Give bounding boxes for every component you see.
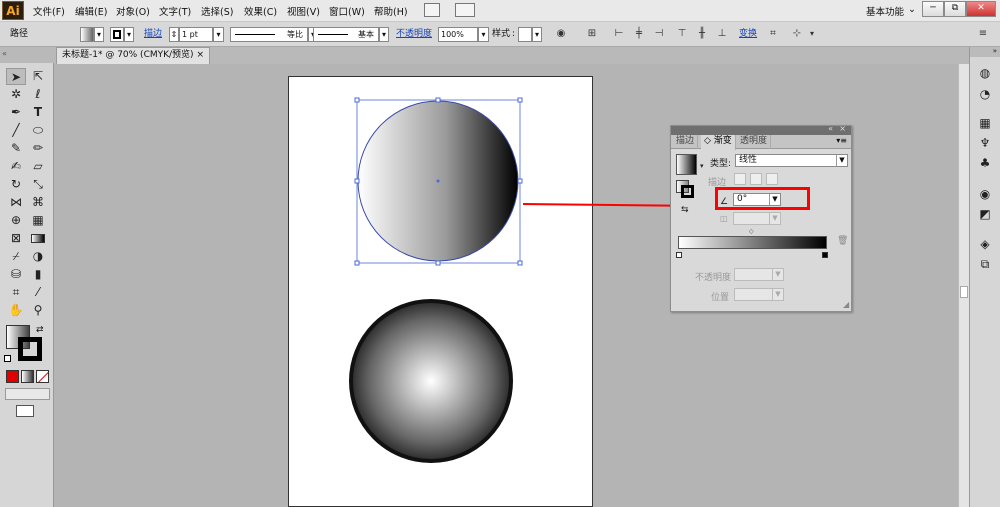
delete-stop-icon[interactable]: 🗑 bbox=[837, 236, 848, 246]
aspect-ratio-input: ▼ bbox=[733, 212, 781, 225]
midpoint-diamond-icon[interactable]: ◇ bbox=[749, 228, 754, 235]
tab-transparency[interactable]: 透明度 bbox=[737, 135, 772, 149]
panel-collapse-icon[interactable]: « bbox=[828, 124, 833, 133]
handle-top-left[interactable] bbox=[354, 97, 360, 103]
type-select[interactable]: 线性 ▼ bbox=[735, 154, 848, 167]
center-point bbox=[436, 179, 440, 183]
handle-middle-left[interactable] bbox=[354, 178, 360, 184]
handle-top-right[interactable] bbox=[517, 97, 523, 103]
brushes-panel-icon[interactable]: ♆ bbox=[975, 135, 995, 152]
type-label: 类型: bbox=[710, 159, 732, 169]
gradient-preset-dropdown-icon[interactable]: ▾ bbox=[700, 162, 704, 170]
radial-gradient-circle[interactable] bbox=[349, 299, 513, 463]
panel-close-icon[interactable]: × bbox=[839, 124, 846, 133]
stroke-proxy[interactable] bbox=[681, 185, 694, 198]
stop-opacity-dropdown-icon: ▼ bbox=[772, 269, 783, 280]
opacity-label: 不透明度 bbox=[695, 273, 732, 283]
aspect-ratio-icon: ◫ bbox=[720, 214, 728, 223]
swatches-panel-icon[interactable]: ▦ bbox=[975, 115, 995, 132]
location-label: 位置 bbox=[711, 293, 730, 303]
aspect-dropdown-icon: ▼ bbox=[769, 213, 780, 224]
tab-gradient-label: 渐变 bbox=[713, 136, 732, 146]
gradient-preview-swatch[interactable] bbox=[676, 154, 697, 175]
gradient-panel: « × 描边 ◇ 渐变 透明度 ▾≡ ▾ 类型: 线性 ▼ 描边 ⇆ ∠ 0° … bbox=[670, 124, 852, 312]
artboards-panel-icon[interactable]: ⧉ bbox=[975, 256, 995, 273]
handle-bottom-right[interactable] bbox=[517, 260, 523, 266]
handle-middle-right[interactable] bbox=[517, 178, 523, 184]
color-guide-icon[interactable]: ◔ bbox=[975, 86, 995, 103]
layers-panel-icon[interactable]: ◈ bbox=[975, 236, 995, 253]
angle-highlight-box bbox=[715, 187, 810, 210]
stop-opacity-input: ▼ bbox=[734, 268, 784, 281]
right-panel-dock: » ◍ ◔ ▦ ♆ ♣ ◉ ◩ ◈ ⧉ bbox=[969, 47, 1000, 507]
symbols-panel-icon[interactable]: ♣ bbox=[975, 155, 995, 172]
stop-location-input: ▼ bbox=[734, 288, 784, 301]
graphic-styles-icon[interactable]: ◩ bbox=[975, 206, 995, 223]
stroke-option-along-icon bbox=[750, 173, 762, 185]
color-panel-icon[interactable]: ◍ bbox=[975, 65, 995, 82]
type-label-text: 类型 bbox=[710, 159, 729, 169]
color-stop-right[interactable] bbox=[822, 252, 828, 258]
dock-collapse-icon[interactable]: » bbox=[970, 47, 1000, 57]
tab-stroke[interactable]: 描边 bbox=[673, 135, 699, 149]
handle-bottom-left[interactable] bbox=[354, 260, 360, 266]
type-select-value: 线性 bbox=[739, 155, 758, 165]
tab-gradient[interactable]: ◇ 渐变 bbox=[701, 135, 736, 150]
gradient-slider[interactable] bbox=[678, 236, 827, 249]
stroke-option-within-icon bbox=[734, 173, 746, 185]
stop-location-dropdown-icon: ▼ bbox=[772, 289, 783, 300]
appearance-panel-icon[interactable]: ◉ bbox=[975, 186, 995, 203]
handle-bottom-center[interactable] bbox=[435, 260, 441, 266]
handle-top-center[interactable] bbox=[435, 97, 441, 103]
color-stop-left[interactable] bbox=[676, 252, 682, 258]
type-dropdown-icon[interactable]: ▼ bbox=[836, 155, 847, 166]
stroke-option-across-icon bbox=[766, 173, 778, 185]
panel-resize-grip-icon[interactable]: ◢ bbox=[843, 300, 849, 309]
reverse-gradient-icon[interactable]: ⇆ bbox=[681, 205, 689, 215]
panel-title-bar[interactable]: « × bbox=[671, 124, 851, 135]
panel-options-icon[interactable]: ▾≡ bbox=[836, 136, 847, 145]
